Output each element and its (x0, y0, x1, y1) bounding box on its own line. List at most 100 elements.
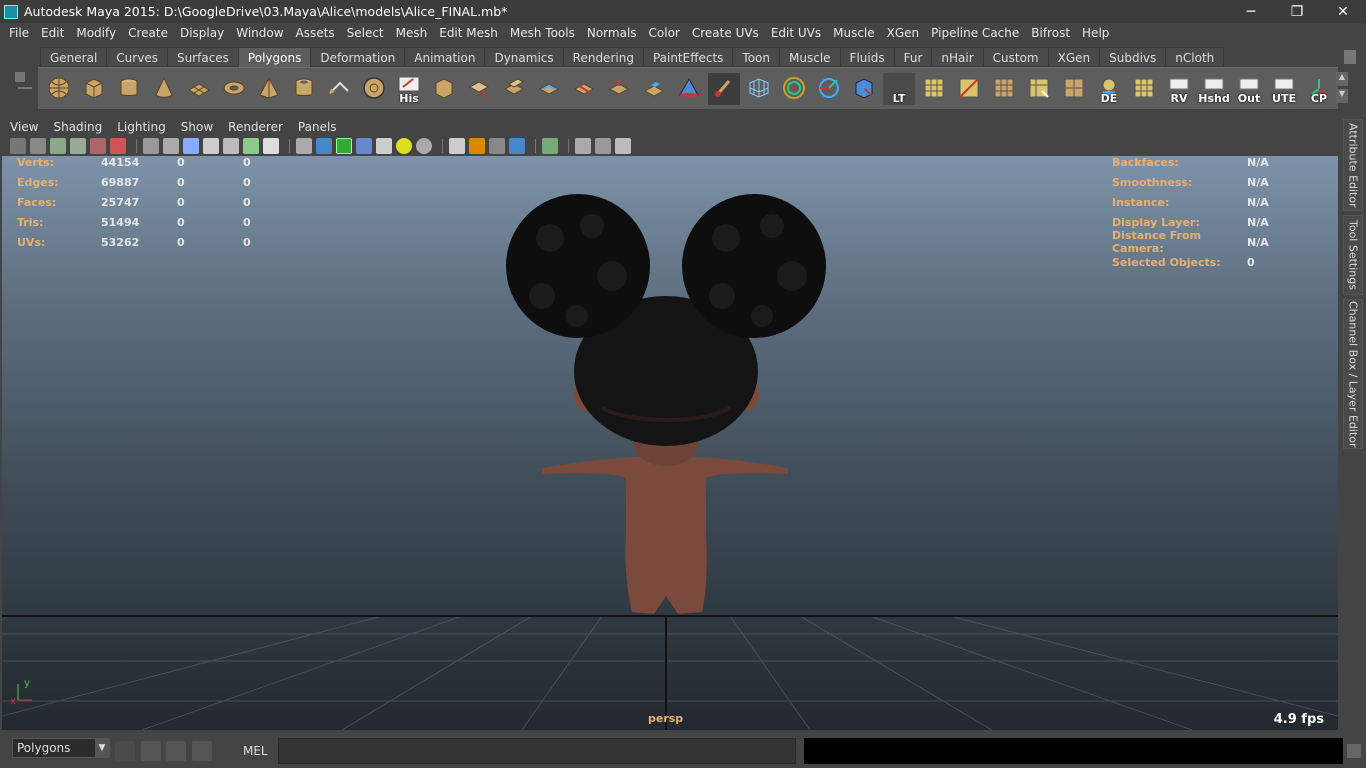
shelf-tab-toon[interactable]: Toon (732, 47, 781, 67)
shelf-tab-nhair[interactable]: nHair (931, 47, 984, 67)
menu-display[interactable]: Display (174, 26, 230, 40)
shelf-tab-fur[interactable]: Fur (893, 47, 933, 67)
snap-icon[interactable] (115, 741, 135, 761)
shelf-tab-painteffects[interactable]: PaintEffects (642, 47, 734, 67)
menu-normals[interactable]: Normals (581, 26, 643, 40)
field-chart-icon[interactable] (223, 138, 239, 154)
shelf-tab-polygons[interactable]: Polygons (237, 47, 312, 67)
menu-edit-uvs[interactable]: Edit UVs (765, 26, 827, 40)
show-outliner-icon[interactable] (166, 741, 186, 761)
uv-unfold-icon[interactable] (953, 73, 985, 105)
menu-bifrost[interactable]: Bifrost (1025, 26, 1076, 40)
depth-of-field-icon[interactable] (509, 138, 525, 154)
menu-assets[interactable]: Assets (290, 26, 341, 40)
bevel-icon[interactable] (533, 73, 565, 105)
grease-pencil-icon[interactable] (110, 138, 126, 154)
rv-button[interactable]: RV (1163, 73, 1195, 105)
bookmarks-icon[interactable] (50, 138, 66, 154)
de-button[interactable]: DE (1093, 73, 1125, 105)
show-script-editor-icon[interactable] (141, 741, 161, 761)
image-plane-icon[interactable] (70, 138, 86, 154)
extract-icon[interactable] (498, 73, 530, 105)
shelf-tab-rendering[interactable]: Rendering (562, 47, 644, 67)
menu-pipeline-cache[interactable]: Pipeline Cache (925, 26, 1025, 40)
menu-select[interactable]: Select (341, 26, 390, 40)
safe-title-icon[interactable] (263, 138, 279, 154)
script-editor-button[interactable] (1347, 744, 1361, 758)
menu-window[interactable]: Window (230, 26, 289, 40)
2d-pan-zoom-icon[interactable] (90, 138, 106, 154)
screen-space-ao-icon[interactable] (449, 138, 465, 154)
shelf-scroll-down-icon[interactable]: ▼ (1336, 89, 1348, 103)
xray-active-components-icon[interactable] (595, 138, 611, 154)
shelf-options-icon[interactable] (15, 72, 25, 82)
shelf-tab-surfaces[interactable]: Surfaces (166, 47, 239, 67)
xray-icon[interactable] (575, 138, 591, 154)
poly-soccer-ball-icon[interactable] (358, 73, 390, 105)
uv-sew-icon[interactable] (1058, 73, 1090, 105)
poly-sphere-icon[interactable] (43, 73, 75, 105)
minimize-button[interactable]: ─ (1228, 0, 1274, 23)
uv-layout-icon[interactable] (918, 73, 950, 105)
uv-planar-icon[interactable] (988, 73, 1020, 105)
shelf-tab-deformation[interactable]: Deformation (310, 47, 406, 67)
menu-color[interactable]: Color (643, 26, 686, 40)
split-edge-icon[interactable] (568, 73, 600, 105)
command-line-input[interactable] (278, 738, 796, 764)
smooth-shade-icon[interactable] (316, 138, 332, 154)
smooth-icon[interactable] (673, 73, 705, 105)
shelf-tab-dynamics[interactable]: Dynamics (484, 47, 564, 67)
target-weld-icon[interactable] (778, 73, 810, 105)
separate-icon[interactable] (463, 73, 495, 105)
merge-icon[interactable] (603, 73, 635, 105)
panel-menu-view[interactable]: View (7, 120, 44, 134)
tab-tool-settings[interactable]: Tool Settings (1343, 215, 1363, 295)
use-all-lights-icon[interactable] (396, 138, 412, 154)
mesh-grid-icon[interactable] (743, 73, 775, 105)
close-button[interactable]: ✕ (1320, 0, 1366, 23)
lt-button[interactable]: LT (883, 72, 915, 105)
menu-xgen[interactable]: XGen (881, 26, 926, 40)
menu-set-dropdown[interactable]: Polygons ▼ (12, 738, 110, 758)
panel-menu-shading[interactable]: Shading (50, 120, 108, 134)
shelf-tab-general[interactable]: General (40, 47, 108, 67)
panel-menu-panels[interactable]: Panels (295, 120, 343, 134)
trash-icon[interactable] (1344, 50, 1356, 64)
ute-button[interactable]: UTE (1268, 73, 1300, 105)
script-language-label[interactable]: MEL (243, 744, 268, 758)
menu-muscle[interactable]: Muscle (827, 26, 881, 40)
poly-cylinder-icon[interactable] (113, 73, 145, 105)
film-gate-icon[interactable] (163, 138, 179, 154)
poly-torus-icon[interactable] (218, 73, 250, 105)
motion-blur-icon[interactable] (469, 138, 485, 154)
resolution-gate-icon[interactable] (183, 138, 199, 154)
show-layers-icon[interactable] (192, 741, 212, 761)
panel-menu-renderer[interactable]: Renderer (225, 120, 289, 134)
menu-edit[interactable]: Edit (35, 26, 70, 40)
menu-mesh-tools[interactable]: Mesh Tools (504, 26, 581, 40)
uv-cut-icon[interactable] (1023, 73, 1055, 105)
anti-aliasing-icon[interactable] (489, 138, 505, 154)
shelf-scroll[interactable]: ▲ ▼ (1336, 72, 1348, 106)
gate-mask-icon[interactable] (203, 138, 219, 154)
poly-cube-icon[interactable] (78, 73, 110, 105)
menu-modify[interactable]: Modify (70, 26, 122, 40)
cp-button[interactable]: CP (1303, 73, 1335, 105)
perspective-viewport[interactable]: Verts: 44154 0 0 Edges: 69887 0 0 Faces: 25747 0… (2, 156, 1338, 730)
poly-plane-icon[interactable] (183, 73, 215, 105)
tab-attribute-editor[interactable]: Attribute Editor (1343, 119, 1363, 211)
shelf-tab-muscle[interactable]: Muscle (779, 47, 841, 67)
extrude-icon[interactable] (638, 73, 670, 105)
shelf-tab-subdivs[interactable]: Subdivs (1099, 47, 1167, 67)
safe-action-icon[interactable] (243, 138, 259, 154)
poly-pipe-icon[interactable] (288, 73, 320, 105)
history-icon[interactable]: His (393, 73, 425, 105)
shelf-tab-custom[interactable]: Custom (982, 47, 1049, 67)
out-button[interactable]: Out (1233, 73, 1265, 105)
panel-menu-lighting[interactable]: Lighting (114, 120, 172, 134)
xray-joints-icon[interactable] (615, 138, 631, 154)
combine-icon[interactable] (428, 73, 460, 105)
panel-menu-show[interactable]: Show (178, 120, 219, 134)
wireframe-on-shaded-icon[interactable] (336, 138, 352, 154)
menu-create-uvs[interactable]: Create UVs (686, 26, 765, 40)
